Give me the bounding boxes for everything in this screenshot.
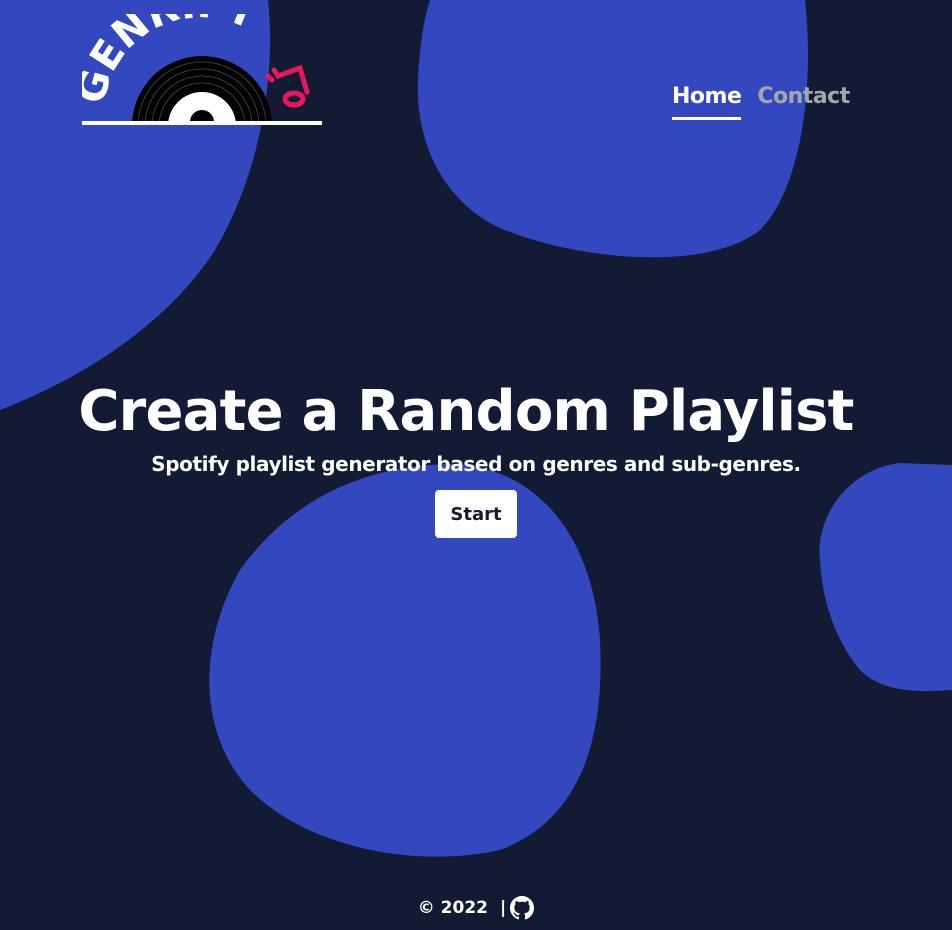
start-button[interactable]: Start [435, 490, 517, 538]
nav-contact-link[interactable]: Contact [757, 84, 850, 120]
copyright-text: © 2022 [417, 898, 488, 918]
github-link[interactable] [510, 896, 535, 920]
nav-home-link[interactable]: Home [672, 84, 742, 120]
main-nav: Home Contact [672, 84, 850, 120]
genrify-logo[interactable]: GENRIFY [68, 0, 322, 128]
music-note-icon [265, 64, 310, 108]
hero-subtitle: Spotify playlist generator based on genr… [151, 452, 801, 476]
github-icon [510, 896, 535, 920]
footer-separator: | [500, 898, 507, 918]
hero-title: Create a Random Playlist [78, 379, 854, 444]
site-footer: © 2022 | [0, 892, 952, 924]
vinyl-record-icon: GENRIFY [68, 0, 322, 125]
hero-section: Create a Random Playlist Spotify playlis… [0, 378, 952, 538]
site-header: GENRIFY Home Contact [0, 0, 952, 140]
